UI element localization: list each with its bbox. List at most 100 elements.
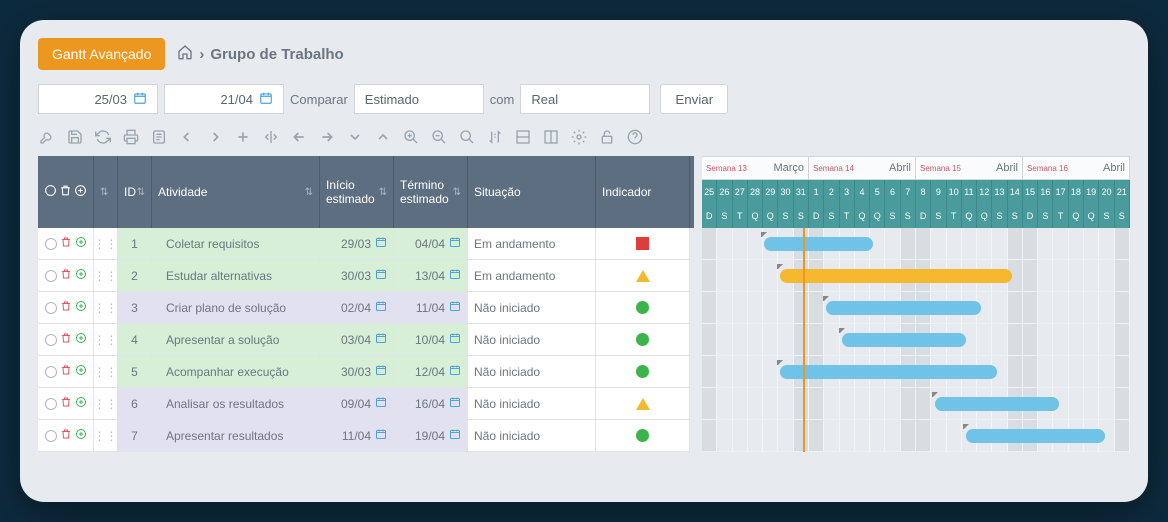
cell-start[interactable]: 02/04 (320, 292, 394, 324)
cell-end[interactable]: 19/04 (394, 420, 468, 452)
delete-all-icon[interactable] (59, 184, 72, 200)
delete-row-icon[interactable] (60, 268, 72, 283)
col-start[interactable]: Início estimado⇅ (320, 156, 394, 228)
select-row-icon[interactable] (45, 430, 57, 442)
gantt-bar[interactable] (764, 237, 873, 251)
add-icon[interactable] (234, 128, 252, 146)
export-icon[interactable] (150, 128, 168, 146)
cell-start[interactable]: 03/04 (320, 324, 394, 356)
select-row-icon[interactable] (45, 334, 57, 346)
drag-handle[interactable]: ⋮⋮ (94, 388, 118, 420)
delete-row-icon[interactable] (60, 332, 72, 347)
gantt-bar[interactable] (780, 269, 1013, 283)
send-button[interactable]: Enviar (660, 84, 728, 114)
delete-row-icon[interactable] (60, 236, 72, 251)
cell-end[interactable]: 10/04 (394, 324, 468, 356)
table-row[interactable]: ⋮⋮7Apresentar resultados11/04 19/04 Não … (38, 420, 694, 452)
col-status[interactable]: Situação (468, 156, 596, 228)
help-icon[interactable] (626, 128, 644, 146)
add-row-icon[interactable] (75, 300, 87, 315)
gantt-bar[interactable] (826, 301, 981, 315)
add-row-icon[interactable] (75, 268, 87, 283)
split-icon[interactable] (262, 128, 280, 146)
cell-start[interactable]: 30/03 (320, 260, 394, 292)
sort-icon[interactable] (486, 128, 504, 146)
zoom-in-icon[interactable] (402, 128, 420, 146)
drag-handle[interactable]: ⋮⋮ (94, 324, 118, 356)
gear-icon[interactable] (570, 128, 588, 146)
add-row-icon[interactable] (75, 396, 87, 411)
save-icon[interactable] (66, 128, 84, 146)
col-end[interactable]: Término estimado⇅ (394, 156, 468, 228)
drag-handle[interactable]: ⋮⋮ (94, 292, 118, 324)
table-row[interactable]: ⋮⋮5Acompanhar execução30/03 12/04 Não in… (38, 356, 694, 388)
home-icon[interactable] (177, 44, 193, 64)
select-row-icon[interactable] (45, 302, 57, 314)
lock-icon[interactable] (598, 128, 616, 146)
cell-end[interactable]: 04/04 (394, 228, 468, 260)
delete-row-icon[interactable] (60, 396, 72, 411)
delete-row-icon[interactable] (60, 300, 72, 315)
drag-handle[interactable]: ⋮⋮ (94, 356, 118, 388)
search-icon[interactable] (458, 128, 476, 146)
cell-start[interactable]: 11/04 (320, 420, 394, 452)
drag-handle[interactable]: ⋮⋮ (94, 420, 118, 452)
undo-icon[interactable] (178, 128, 196, 146)
layout-icon[interactable] (514, 128, 532, 146)
cell-activity[interactable]: Estudar alternativas (152, 260, 320, 292)
cell-activity[interactable]: Apresentar resultados (152, 420, 320, 452)
date-from-input[interactable]: 25/03 (38, 84, 158, 114)
with-select[interactable]: Real (520, 84, 650, 114)
add-row-icon[interactable] (75, 428, 87, 443)
cell-end[interactable]: 13/04 (394, 260, 468, 292)
cell-activity[interactable]: Analisar os resultados (152, 388, 320, 420)
add-task-icon[interactable] (74, 184, 87, 200)
select-all-icon[interactable] (44, 184, 57, 200)
table-row[interactable]: ⋮⋮2Estudar alternativas30/03 13/04 Em an… (38, 260, 694, 292)
gantt-bar[interactable] (935, 397, 1059, 411)
outdent-icon[interactable] (290, 128, 308, 146)
table-row[interactable]: ⋮⋮1Coletar requisitos29/03 04/04 Em anda… (38, 228, 694, 260)
table-row[interactable]: ⋮⋮6Analisar os resultados09/04 16/04 Não… (38, 388, 694, 420)
select-row-icon[interactable] (45, 366, 57, 378)
select-row-icon[interactable] (45, 270, 57, 282)
redo-icon[interactable] (206, 128, 224, 146)
refresh-icon[interactable] (94, 128, 112, 146)
drag-handle[interactable]: ⋮⋮ (94, 228, 118, 260)
gantt-bar[interactable] (966, 429, 1106, 443)
add-row-icon[interactable] (75, 236, 87, 251)
add-row-icon[interactable] (75, 364, 87, 379)
cell-start[interactable]: 09/04 (320, 388, 394, 420)
table-row[interactable]: ⋮⋮3Criar plano de solução02/04 11/04 Não… (38, 292, 694, 324)
cell-activity[interactable]: Criar plano de solução (152, 292, 320, 324)
wrench-icon[interactable] (38, 128, 56, 146)
gantt-bar[interactable] (842, 333, 966, 347)
col-activity[interactable]: Atividade⇅ (152, 156, 320, 228)
date-to-input[interactable]: 21/04 (164, 84, 284, 114)
col-id[interactable]: ID⇅ (118, 156, 152, 228)
columns-icon[interactable] (542, 128, 560, 146)
collapse-icon[interactable] (346, 128, 364, 146)
cell-end[interactable]: 12/04 (394, 356, 468, 388)
select-row-icon[interactable] (45, 238, 57, 250)
gantt-bar[interactable] (780, 365, 997, 379)
cell-activity[interactable]: Coletar requisitos (152, 228, 320, 260)
drag-handle[interactable]: ⋮⋮ (94, 260, 118, 292)
compare-select[interactable]: Estimado (354, 84, 484, 114)
table-row[interactable]: ⋮⋮4Apresentar a solução03/04 10/04 Não i… (38, 324, 694, 356)
cell-start[interactable]: 30/03 (320, 356, 394, 388)
zoom-out-icon[interactable] (430, 128, 448, 146)
cell-start[interactable]: 29/03 (320, 228, 394, 260)
cell-end[interactable]: 16/04 (394, 388, 468, 420)
delete-row-icon[interactable] (60, 428, 72, 443)
add-row-icon[interactable] (75, 332, 87, 347)
select-row-icon[interactable] (45, 398, 57, 410)
expand-icon[interactable] (374, 128, 392, 146)
delete-row-icon[interactable] (60, 364, 72, 379)
cell-activity[interactable]: Acompanhar execução (152, 356, 320, 388)
cell-activity[interactable]: Apresentar a solução (152, 324, 320, 356)
cell-end[interactable]: 11/04 (394, 292, 468, 324)
gantt-advanced-button[interactable]: Gantt Avançado (38, 38, 165, 70)
indent-icon[interactable] (318, 128, 336, 146)
print-icon[interactable] (122, 128, 140, 146)
